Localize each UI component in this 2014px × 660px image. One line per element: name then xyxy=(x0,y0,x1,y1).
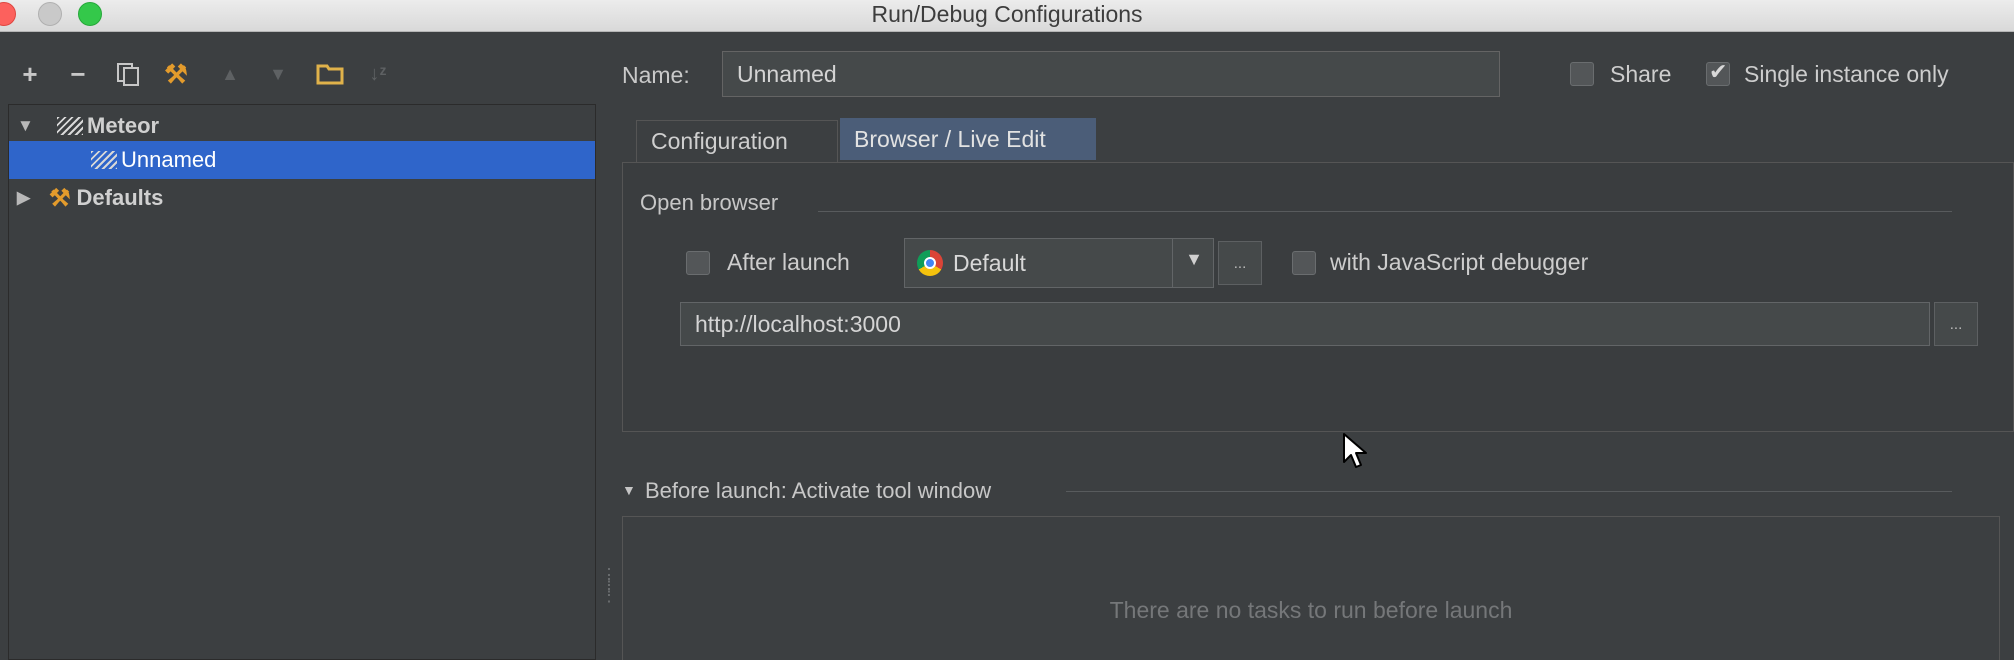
tree-node-unnamed[interactable]: Unnamed xyxy=(9,141,595,179)
after-launch-label[interactable]: After launch xyxy=(727,249,850,276)
chrome-icon xyxy=(917,250,943,276)
configurations-toolbar: + − ⚒ ▲ ▼ ↓ᶻ xyxy=(0,48,600,102)
meteor-icon xyxy=(91,151,117,169)
url-field[interactable]: http://localhost:3000 xyxy=(680,302,1930,346)
wrench-icon[interactable]: ⚒ xyxy=(160,58,192,90)
share-label[interactable]: Share xyxy=(1610,61,1671,88)
mouse-cursor-icon xyxy=(1343,433,1367,468)
tab-browser-live-edit[interactable]: Browser / Live Edit xyxy=(840,118,1096,160)
title-bar: Run/Debug Configurations xyxy=(0,0,2014,32)
before-launch-divider xyxy=(1066,491,1952,492)
share-checkbox[interactable] xyxy=(1570,62,1594,86)
folder-icon[interactable] xyxy=(314,58,346,90)
url-browse-button[interactable]: ... xyxy=(1934,302,1978,346)
chevron-down-icon[interactable]: ▼ xyxy=(1185,249,1203,270)
single-instance-label[interactable]: Single instance only xyxy=(1744,61,1949,88)
copy-icon[interactable] xyxy=(112,58,144,90)
tree-node-label: Meteor xyxy=(87,113,160,138)
browser-browse-button[interactable]: ... xyxy=(1218,241,1262,285)
group-divider xyxy=(818,211,1952,212)
collapse-arrow-icon[interactable]: ▼ xyxy=(622,482,636,498)
plus-icon[interactable]: + xyxy=(14,58,46,90)
minus-icon[interactable]: − xyxy=(62,58,94,90)
after-launch-checkbox[interactable] xyxy=(686,251,710,275)
tab-content-panel xyxy=(622,162,2014,432)
before-launch-task-list[interactable] xyxy=(622,516,2000,660)
single-instance-checkbox[interactable] xyxy=(1706,59,1730,86)
expanded-arrow-icon[interactable]: ▼ xyxy=(17,116,34,136)
meteor-icon xyxy=(57,117,83,135)
panel-splitter-handle[interactable]: ⋮ ⋮ ⋮ xyxy=(600,566,618,610)
js-debugger-label[interactable]: with JavaScript debugger xyxy=(1330,249,1588,276)
tree-node-defaults[interactable]: ▶ ⚒ Defaults xyxy=(9,179,595,217)
arrow-down-icon[interactable]: ▼ xyxy=(262,58,294,90)
before-launch-empty-text: There are no tasks to run before launch xyxy=(1109,597,1513,623)
browser-select-value: Default xyxy=(953,249,1026,276)
tree-node-label: Unnamed xyxy=(121,147,217,172)
tab-label: Configuration xyxy=(651,128,788,154)
tree-node-meteor[interactable]: ▼ Meteor xyxy=(9,107,595,145)
sort-icon[interactable]: ↓ᶻ xyxy=(362,58,394,90)
tab-configuration[interactable]: Configuration xyxy=(636,120,838,162)
arrow-up-icon[interactable]: ▲ xyxy=(214,58,246,90)
configurations-tree: ▼ Meteor Unnamed ▶ ⚒ Defaults xyxy=(8,104,596,660)
collapsed-arrow-icon[interactable]: ▶ xyxy=(17,188,30,208)
browser-select[interactable]: Default ▼ xyxy=(904,238,1214,288)
url-field-value: http://localhost:3000 xyxy=(695,310,901,337)
tree-node-label: Defaults xyxy=(76,185,164,210)
tab-label: Browser / Live Edit xyxy=(854,125,1046,152)
name-field[interactable] xyxy=(722,51,1500,97)
window-title: Run/Debug Configurations xyxy=(871,1,1143,27)
open-browser-group-title: Open browser xyxy=(640,190,779,215)
select-divider xyxy=(1172,239,1173,287)
wrench-icon: ⚒ xyxy=(49,184,71,212)
before-launch-title[interactable]: Before launch: Activate tool window xyxy=(645,478,991,504)
js-debugger-checkbox[interactable] xyxy=(1292,251,1316,275)
name-label: Name: xyxy=(622,62,690,88)
